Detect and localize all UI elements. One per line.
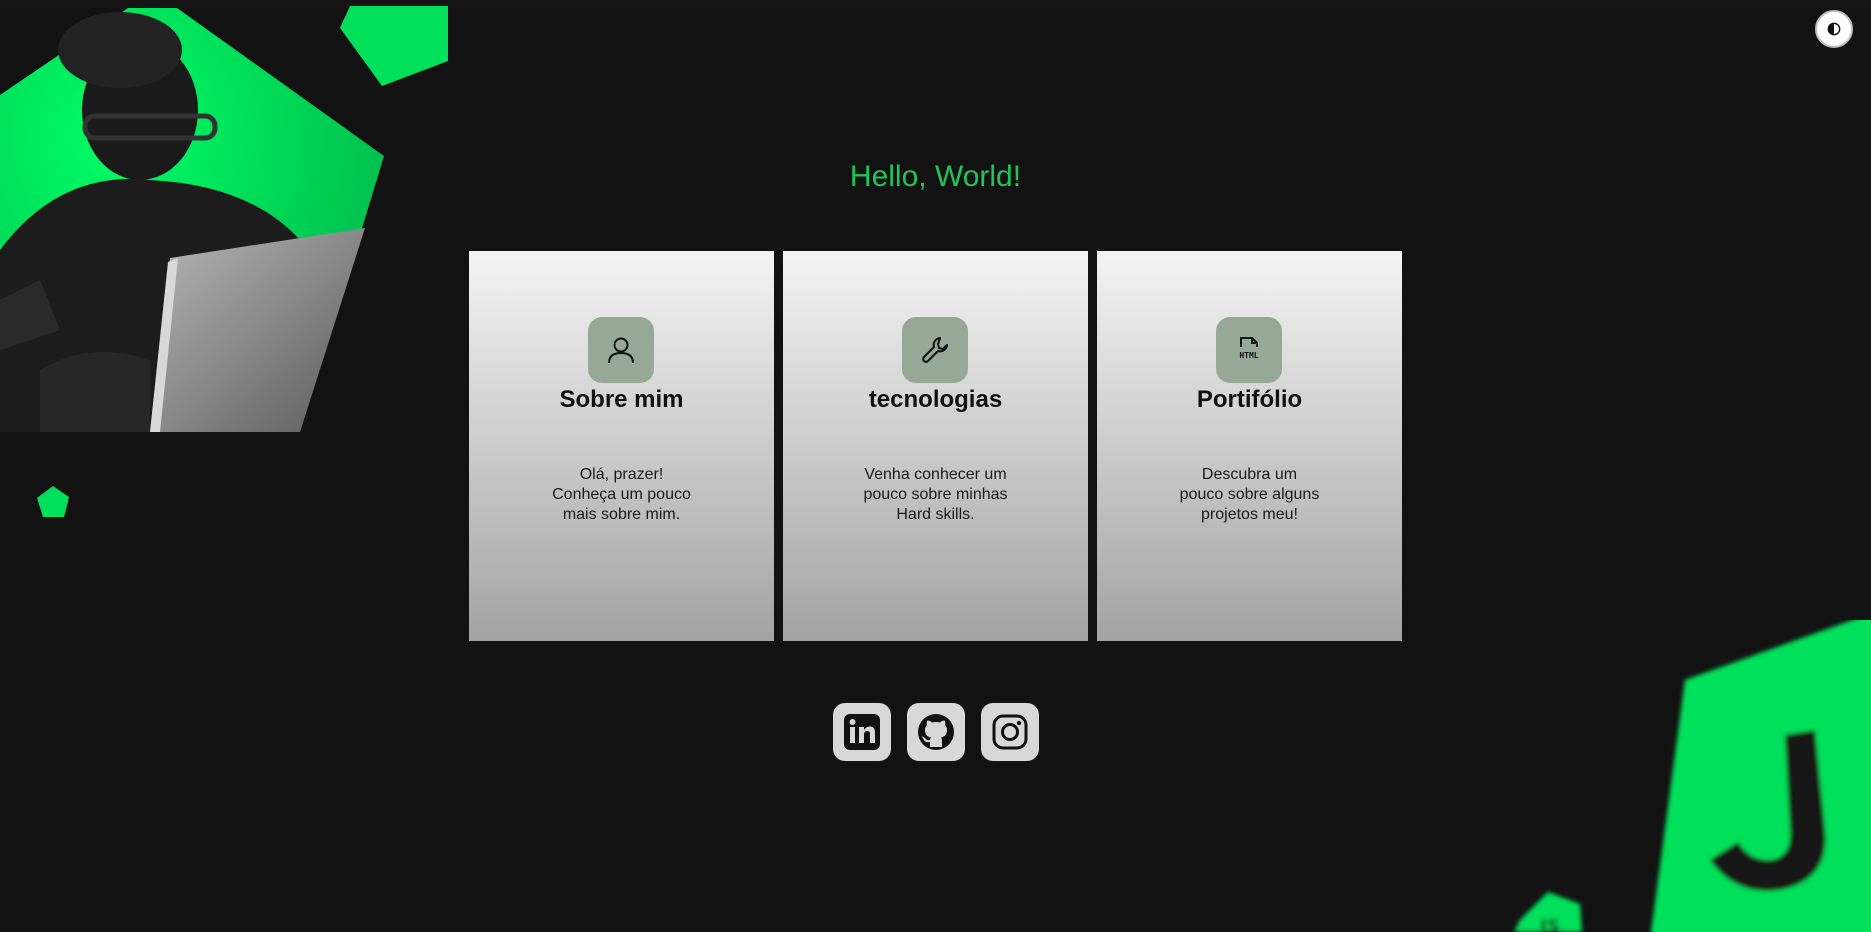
card-description: Olá, prazer! Conheça um pouco mais sobre… — [539, 465, 704, 525]
user-icon — [608, 337, 634, 364]
card-description-line: Conheça um pouco — [552, 486, 691, 503]
card-icon-tile — [588, 317, 654, 383]
card-description-line: projetos meu! — [1201, 506, 1298, 523]
card-description-line: Descubra um — [1201, 466, 1298, 483]
card-description: Descubra um pouco sobre alguns projetos … — [1167, 465, 1332, 525]
small-green-pentagon-decoration — [37, 486, 69, 517]
greeting-heading: Hello, World! — [849, 160, 1022, 193]
card-sobre-mim[interactable]: Sobre mim Olá, prazer! Conheça um pouco … — [469, 251, 774, 641]
linkedin-link[interactable] — [833, 703, 891, 761]
theme-toggle-button[interactable] — [1815, 10, 1853, 48]
page: Hello, World! Sobre mim Olá, prazer! Con… — [0, 0, 1871, 932]
card-portifolio[interactable]: HTML Portifólio Descubra um pouco sobre … — [1097, 251, 1402, 641]
svg-text:JS: JS — [1538, 916, 1560, 932]
card-icon-tile: HTML — [1216, 317, 1282, 383]
social-links — [833, 703, 1039, 761]
linkedin-icon — [844, 714, 880, 750]
instagram-link[interactable] — [981, 703, 1039, 761]
card-description-line: pouco sobre alguns — [1179, 486, 1320, 503]
card-icon-tile — [902, 317, 968, 383]
js-logo-decoration: JS — [1514, 620, 1871, 932]
wrench-icon — [922, 337, 948, 363]
card-description-line: Hard skills. — [896, 506, 975, 523]
card-description-line: Olá, prazer! — [579, 466, 664, 483]
svg-text:HTML: HTML — [1239, 351, 1258, 360]
card-title: tecnologias — [868, 386, 1003, 413]
html-file-icon: HTML — [1239, 337, 1259, 360]
card-title: Sobre mim — [559, 386, 684, 413]
instagram-icon — [992, 714, 1028, 750]
contrast-icon — [1827, 22, 1841, 36]
card-title: Portifólio — [1196, 386, 1303, 413]
card-description-line: mais sobre mim. — [562, 506, 681, 523]
card-tecnologias[interactable]: tecnologias Venha conhecer um pouco sobr… — [783, 251, 1088, 641]
card-description-line: Venha conhecer um — [864, 466, 1007, 483]
github-link[interactable] — [907, 703, 965, 761]
github-icon — [918, 714, 954, 750]
card-description-line: pouco sobre minhas — [863, 486, 1008, 503]
card-description: Venha conhecer um pouco sobre minhas Har… — [853, 465, 1018, 525]
green-pentagon-decoration — [340, 6, 448, 86]
cards-row: Sobre mim Olá, prazer! Conheça um pouco … — [469, 251, 1402, 641]
